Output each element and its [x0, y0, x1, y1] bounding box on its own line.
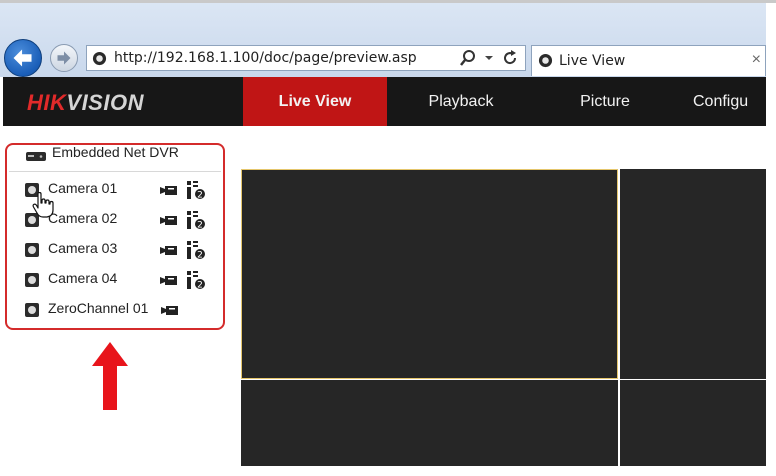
tab-page-icon [538, 53, 553, 68]
video-window-3[interactable] [241, 380, 618, 466]
channel-label: Camera 04 [48, 270, 118, 286]
tab-configuration[interactable]: Configu [693, 77, 776, 126]
svg-text:2: 2 [197, 221, 203, 231]
live-view-grid [240, 169, 766, 466]
svg-text:2: 2 [197, 281, 203, 291]
record-icon[interactable] [161, 304, 179, 316]
dvr-icon [26, 152, 46, 161]
record-icon[interactable] [160, 184, 178, 196]
camera-icon [25, 243, 39, 257]
channel-row[interactable]: Camera 03 2 [22, 239, 212, 261]
refresh-icon[interactable] [501, 49, 519, 67]
forward-arrow-icon [57, 51, 71, 65]
tab-playback[interactable]: Playback [387, 77, 535, 126]
ptz-icon[interactable]: 2 [186, 240, 206, 260]
chevron-down-icon[interactable] [484, 49, 494, 67]
tab-title: Live View [559, 53, 626, 69]
back-arrow-icon [13, 49, 32, 67]
up-arrow-annotation-icon [92, 342, 128, 410]
tab-live-view[interactable]: Live View [243, 77, 387, 126]
hand-cursor-icon [32, 192, 54, 218]
hikvision-logo: HIKVISION [27, 90, 144, 115]
forward-button[interactable] [50, 44, 78, 72]
channel-label: Camera 01 [48, 180, 118, 196]
channel-label: Camera 02 [48, 210, 118, 226]
browser-tab-live-view[interactable]: Live View × [531, 45, 766, 76]
tab-picture[interactable]: Picture [535, 77, 675, 126]
camera-icon [25, 303, 39, 317]
svg-text:2: 2 [197, 251, 203, 261]
tree-divider [9, 171, 221, 172]
camera-icon [25, 273, 39, 287]
channel-label: Camera 03 [48, 240, 118, 256]
page-icon [92, 51, 107, 66]
close-tab-button[interactable]: × [752, 51, 761, 69]
svg-text:2: 2 [197, 191, 203, 201]
ptz-icon[interactable]: 2 [186, 180, 206, 200]
ptz-icon[interactable]: 2 [186, 270, 206, 290]
video-window-4[interactable] [620, 380, 766, 466]
app-header: HIKVISION Live View Playback Picture Con… [3, 77, 766, 126]
back-button[interactable] [4, 39, 42, 77]
record-icon[interactable] [160, 244, 178, 256]
channel-row[interactable]: ZeroChannel 01 [22, 299, 212, 321]
record-icon[interactable] [160, 274, 178, 286]
video-window-2[interactable] [620, 169, 766, 379]
search-icon[interactable] [459, 49, 477, 67]
channel-label: ZeroChannel 01 [48, 300, 149, 316]
record-icon[interactable] [160, 214, 178, 226]
ptz-icon[interactable]: 2 [186, 210, 206, 230]
channel-row[interactable]: Camera 04 2 [22, 269, 212, 291]
address-text: http://192.168.1.100/doc/page/preview.as… [114, 50, 417, 66]
device-name[interactable]: Embedded Net DVR [52, 144, 179, 160]
address-bar[interactable]: http://192.168.1.100/doc/page/preview.as… [86, 45, 526, 71]
video-window-1[interactable] [241, 169, 618, 379]
